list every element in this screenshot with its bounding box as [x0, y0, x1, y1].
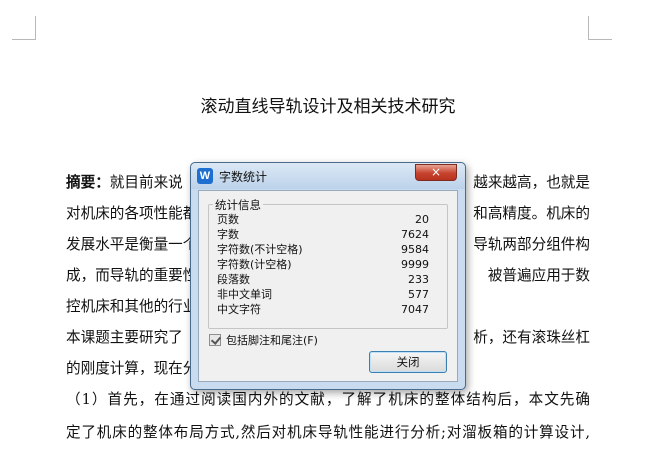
doc-line-1-text: 就目前来说 — [109, 174, 183, 191]
word-count-dialog: W 字数统计 × 统计信息 页数 20 字数 7624 字符数(不计空格) 95… — [190, 162, 466, 390]
include-footnotes-label[interactable]: 包括脚注和尾注(F) — [226, 332, 318, 348]
doc-line-4-tail: 被普遍应用于数 — [487, 267, 590, 284]
doc-line-2-tail: 和高精度。机床的 — [473, 205, 590, 222]
stat-label: 字数 — [217, 228, 239, 241]
stat-label: 中文字符 — [217, 303, 261, 316]
stat-row-paragraphs: 段落数 233 — [217, 274, 429, 286]
stat-row-chars-with-space: 字符数(计空格) 9999 — [217, 259, 429, 271]
include-footnotes-checkbox[interactable] — [209, 334, 221, 346]
doc-line-3-tail: 导轨两部分组件构 — [473, 236, 590, 253]
stat-value: 7624 — [401, 228, 429, 241]
stat-value: 233 — [408, 273, 429, 286]
stat-label: 非中文单词 — [217, 288, 272, 301]
stat-label: 字符数(不计空格) — [217, 243, 303, 256]
stat-label: 字符数(计空格) — [217, 258, 292, 271]
stat-row-non-chinese-words: 非中文单词 577 — [217, 289, 429, 301]
abstract-label: 摘要： — [66, 174, 110, 191]
doc-line-8: （1）首先，在通过阅读国内外的文献，了解了机床的整体结构后，本文先确 — [66, 391, 590, 408]
dialog-body: 统计信息 页数 20 字数 7624 字符数(不计空格) 9584 字符数(计空… — [198, 190, 458, 382]
close-icon[interactable]: × — [415, 164, 457, 181]
document-title: 滚动直线导轨设计及相关技术研究 — [200, 97, 456, 117]
doc-line-6-tail: 析，还有滚珠丝杠 — [473, 329, 590, 346]
stat-label: 段落数 — [217, 273, 250, 286]
doc-line-9: 定了机床的整体布局方式,然后对机床导轨性能进行分析;对溜板箱的计算设计, — [66, 424, 590, 441]
include-footnotes-option[interactable]: 包括脚注和尾注(F) — [209, 333, 318, 347]
stat-value: 7047 — [401, 303, 429, 316]
stat-row-chinese-chars: 中文字符 7047 — [217, 304, 429, 316]
close-dialog-button[interactable]: 关闭 — [369, 351, 447, 373]
stats-groupbox: 统计信息 页数 20 字数 7624 字符数(不计空格) 9584 字符数(计空… — [208, 197, 448, 329]
dialog-title: 字数统计 — [219, 170, 268, 184]
stat-value: 577 — [408, 288, 429, 301]
dialog-titlebar[interactable]: W 字数统计 × — [191, 163, 465, 189]
stats-group-label: 统计信息 — [213, 197, 263, 213]
stat-row-chars-no-space: 字符数(不计空格) 9584 — [217, 244, 429, 256]
stat-value: 9999 — [401, 258, 429, 271]
stat-row-pages: 页数 20 — [217, 214, 429, 226]
stat-row-words: 字数 7624 — [217, 229, 429, 241]
crop-mark-top-left — [12, 16, 36, 40]
stat-value: 20 — [415, 213, 429, 226]
stat-value: 9584 — [401, 243, 429, 256]
crop-mark-top-right — [588, 16, 612, 40]
doc-line-1-tail: 越来越高，也就是 — [473, 174, 590, 191]
stat-label: 页数 — [217, 213, 239, 226]
wps-app-icon: W — [197, 168, 213, 184]
doc-line-6-text: 本课题主要研究了 — [66, 329, 183, 346]
